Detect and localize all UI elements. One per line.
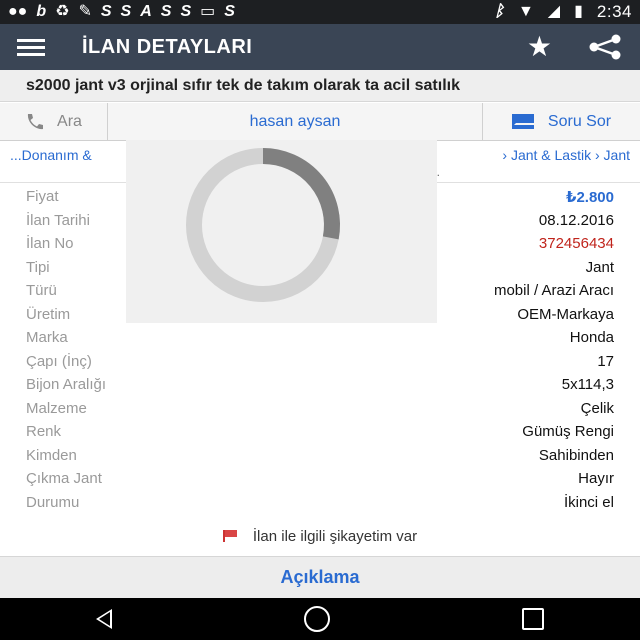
b-icon: b	[36, 3, 47, 20]
detail-label: İlan No	[26, 235, 74, 253]
a-icon: A	[140, 3, 152, 20]
detail-value: Sahibinden	[538, 446, 614, 464]
listing-title: s2000 jant v3 orjinal sıfır tek de takım…	[0, 70, 640, 102]
detail-value: Çelik	[580, 399, 614, 417]
complaint-link[interactable]: İlan ile ilgili şikayetim var	[0, 524, 640, 548]
description-tab[interactable]: Açıklama	[0, 556, 640, 598]
detail-row: Marka Honda	[0, 326, 640, 350]
detail-label: Türü	[26, 282, 57, 300]
page-title: İLAN DETAYLARI	[82, 35, 253, 58]
notification-icons: ●● b ♻ ✎ S S A S S ▭ S	[8, 4, 235, 20]
sf-icon: S	[100, 3, 112, 20]
status-time: 2:34	[596, 2, 632, 21]
detail-value: mobil / Arazi Aracı	[493, 282, 614, 300]
detail-label: Fiyat	[26, 188, 59, 206]
breadcrumb-right[interactable]: › Jant & Lastik › Jant	[502, 147, 630, 163]
status-bar: ●● b ♻ ✎ S S A S S ▭ S ᛒ ▼ ◢ ▮ 2:34	[0, 0, 640, 24]
complaint-label: İlan ile ilgili şikayetim var	[252, 527, 418, 545]
recent-apps-icon[interactable]	[522, 608, 544, 630]
share-icon[interactable]	[588, 34, 622, 60]
back-icon[interactable]	[96, 609, 112, 629]
detail-label: Renk	[26, 423, 62, 441]
detail-value: OEM-Markaya	[517, 305, 614, 323]
detail-value: 5x114,3	[561, 376, 614, 394]
seller-name-link[interactable]: hasan aysan	[108, 103, 482, 140]
detail-row: Çıkma Jant Hayır	[0, 467, 640, 491]
detail-value: 08.12.2016	[538, 211, 614, 229]
flag-icon	[222, 530, 239, 542]
system-icons: ᛒ ▼ ◢ ▮ 2:34	[494, 2, 632, 22]
detail-value: Honda	[569, 329, 614, 347]
star-icon[interactable]: ★	[527, 33, 552, 61]
detail-label: Üretim	[26, 305, 71, 323]
signal-icon: ◢	[547, 3, 561, 20]
loading-progress-arc	[262, 148, 340, 240]
app-bar: İLAN DETAYLARI ★	[0, 24, 640, 70]
sf-icon: S	[180, 3, 192, 20]
detail-value: İkinci el	[563, 493, 614, 511]
phone-icon	[27, 113, 44, 129]
ask-question-label: Soru Sor	[547, 112, 612, 130]
call-label: Ara	[57, 112, 82, 130]
hamburger-icon[interactable]	[16, 24, 46, 70]
detail-row: Malzeme Çelik	[0, 397, 640, 421]
detail-label: Çıkma Jant	[26, 470, 102, 488]
ask-question-button[interactable]: Soru Sor	[482, 103, 640, 140]
chat-icon: ●●	[8, 3, 28, 20]
detail-value: 17	[597, 352, 614, 370]
wifi-icon: ▼	[517, 3, 534, 20]
bluetooth-icon: ᛒ	[494, 3, 504, 20]
s-icon: S	[224, 3, 235, 20]
navigation-bar	[0, 598, 640, 640]
detail-row: Durumu İkinci el	[0, 491, 640, 515]
detail-label: Malzeme	[26, 399, 87, 417]
detail-row: Bijon Aralığı 5x114,3	[0, 373, 640, 397]
detail-value: Gümüş Rengi	[522, 423, 614, 441]
detail-label: Çapı (İnç)	[26, 352, 92, 370]
detail-label: Bijon Aralığı	[26, 376, 107, 394]
wrench-icon: ✎	[78, 3, 92, 20]
detail-value: 372456434	[538, 235, 614, 253]
home-icon[interactable]	[304, 606, 330, 632]
detail-row: Çapı (İnç) 17	[0, 350, 640, 374]
call-button[interactable]: Ara	[0, 103, 108, 140]
breadcrumb-left[interactable]: ...Donanım &	[10, 147, 92, 163]
contact-bar: Ara hasan aysan Soru Sor	[0, 103, 640, 141]
detail-row: Renk Gümüş Rengi	[0, 420, 640, 444]
loading-overlay	[126, 140, 437, 323]
detail-label: Kimden	[26, 446, 77, 464]
sf-icon: S	[160, 3, 172, 20]
badge-icon: ▭	[200, 3, 216, 20]
battery-icon: ▮	[574, 3, 583, 20]
detail-row: Kimden Sahibinden	[0, 444, 640, 468]
detail-label: Durumu	[26, 493, 80, 511]
detail-label: İlan Tarihi	[26, 211, 90, 229]
detail-value: ₺2.800	[566, 188, 614, 206]
loading-spinner-icon	[186, 148, 340, 302]
detail-value: Hayır	[578, 470, 614, 488]
recycle-icon: ♻	[55, 3, 70, 20]
s-icon: S	[120, 3, 132, 20]
detail-label: Tipi	[26, 258, 50, 276]
mail-icon	[511, 114, 536, 129]
detail-value: Jant	[585, 258, 614, 276]
detail-label: Marka	[26, 329, 68, 347]
